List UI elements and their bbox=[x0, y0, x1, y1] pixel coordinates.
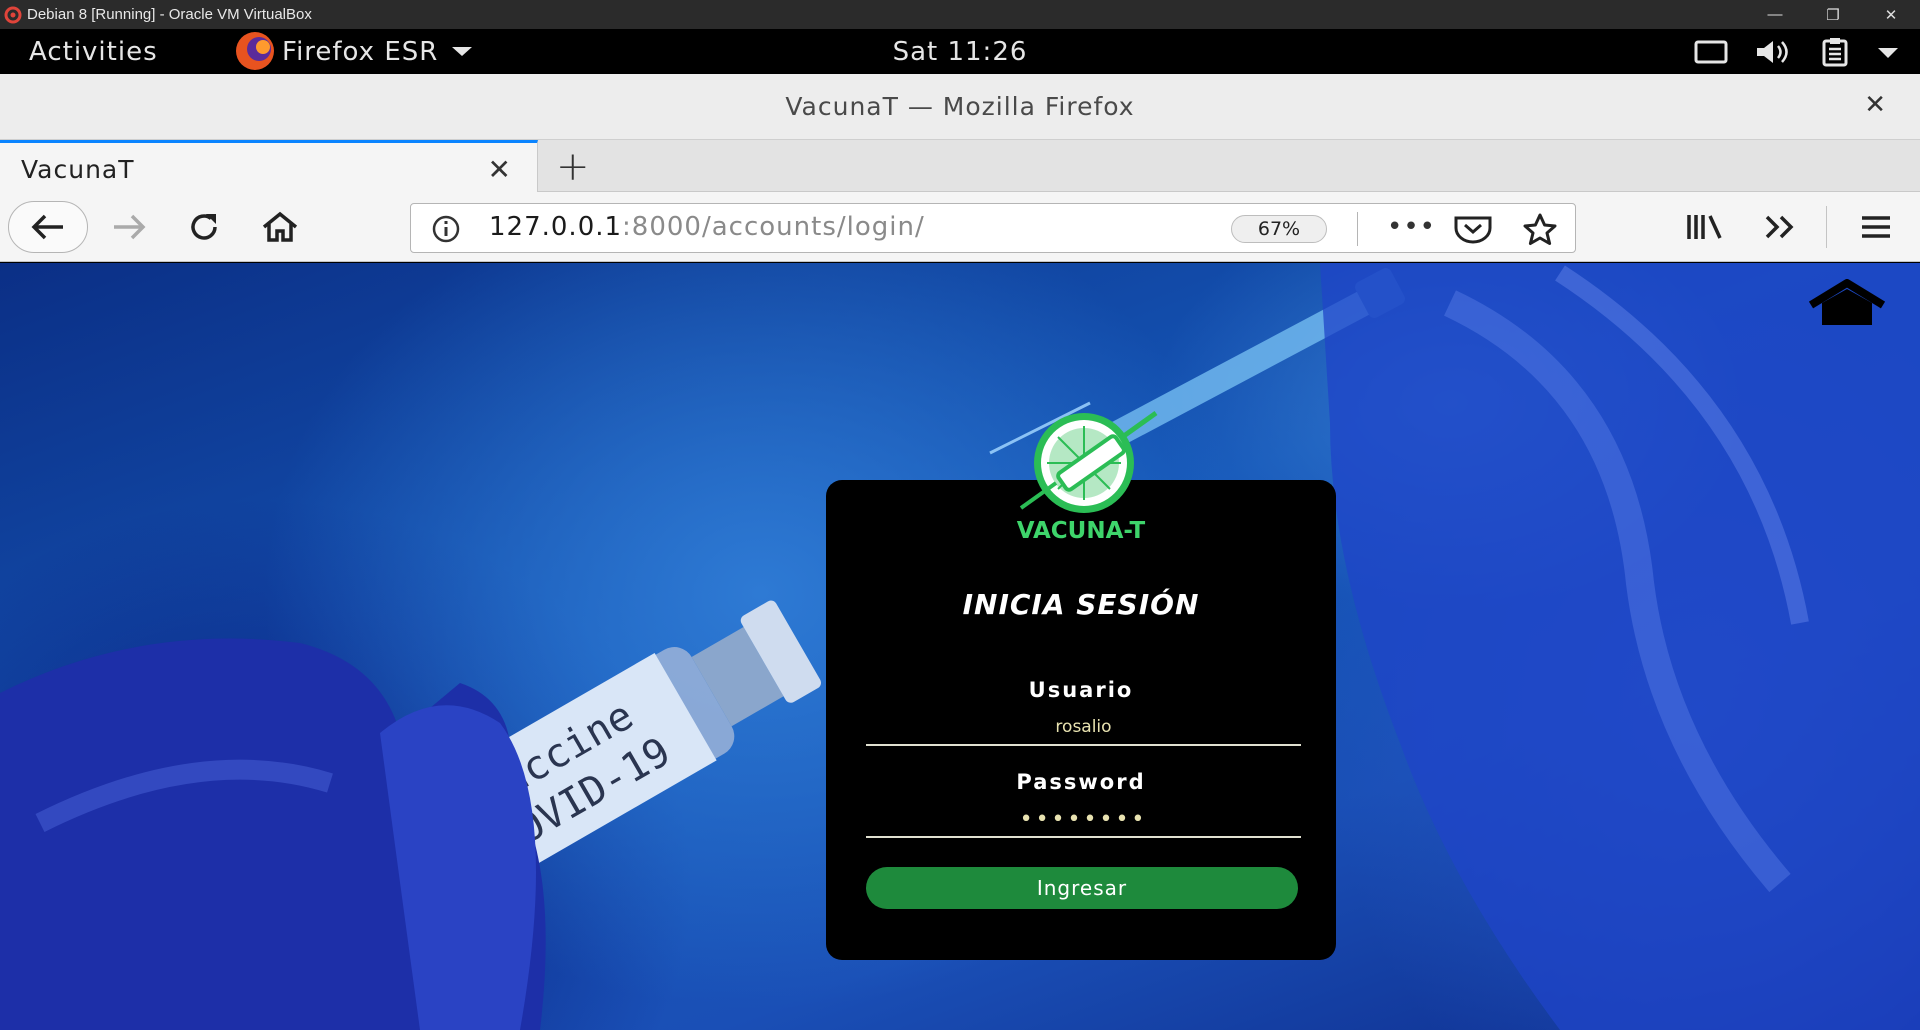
page-viewport: Vaccine COVID-19 VACUNA-T INICIA SESIÓN … bbox=[0, 263, 1920, 1030]
system-menu[interactable] bbox=[1694, 29, 1900, 74]
tab-title: VacunaT bbox=[21, 155, 135, 184]
tab-vacunat[interactable]: VacunaT ✕ bbox=[0, 140, 538, 193]
gnome-top-bar: Activities Firefox ESR Sat 11:26 bbox=[0, 29, 1920, 74]
close-tab-button[interactable]: ✕ bbox=[488, 153, 511, 186]
hamburger-menu-icon bbox=[1862, 216, 1890, 238]
login-heading: INICIA SESIÓN bbox=[962, 588, 1200, 621]
window-title: VacunaT — Mozilla Firefox bbox=[785, 92, 1135, 121]
close-firefox-button[interactable]: ✕ bbox=[1864, 90, 1886, 120]
info-icon[interactable] bbox=[431, 215, 461, 243]
bookmark-star-icon[interactable] bbox=[1521, 212, 1559, 246]
reload-icon bbox=[191, 214, 217, 240]
urlbar-separator bbox=[1357, 212, 1358, 246]
navigation-toolbar: 127.0.0.1:8000/accounts/login/ 67% ••• bbox=[0, 192, 1920, 262]
library-button[interactable] bbox=[1682, 192, 1728, 262]
username-field[interactable] bbox=[866, 710, 1301, 746]
back-arrow-icon bbox=[31, 214, 63, 240]
library-icon bbox=[1687, 215, 1722, 239]
url-host: 127.0.0.1 bbox=[489, 212, 623, 242]
overflow-button[interactable] bbox=[1758, 192, 1804, 262]
volume-icon bbox=[1757, 40, 1788, 63]
minimize-button[interactable]: — bbox=[1746, 0, 1804, 29]
virtualbox-title: Debian 8 [Running] - Oracle VM VirtualBo… bbox=[27, 6, 312, 23]
firefox-titlebar: VacunaT — Mozilla Firefox ✕ bbox=[0, 74, 1920, 140]
home-icon bbox=[262, 211, 298, 242]
right-glove-illustration bbox=[1320, 263, 1920, 1030]
page-actions-button[interactable]: ••• bbox=[1387, 212, 1436, 242]
vacunat-logo bbox=[1019, 410, 1158, 513]
home-button[interactable] bbox=[258, 192, 302, 262]
overflow-chevrons-icon bbox=[1765, 215, 1794, 239]
password-label: Password bbox=[1016, 770, 1146, 794]
toolbar-separator bbox=[1826, 206, 1827, 248]
window-controls: — ❐ ✕ bbox=[1746, 0, 1920, 29]
clock[interactable]: Sat 11:26 bbox=[0, 37, 1920, 67]
screen-icon bbox=[1694, 40, 1728, 63]
forward-arrow-icon bbox=[114, 214, 146, 240]
virtualbox-titlebar: Debian 8 [Running] - Oracle VM VirtualBo… bbox=[0, 0, 1920, 29]
pocket-icon[interactable] bbox=[1453, 214, 1493, 244]
close-window-button[interactable]: ✕ bbox=[1862, 0, 1920, 29]
username-label: Usuario bbox=[1028, 678, 1134, 702]
reload-button[interactable] bbox=[182, 192, 226, 262]
password-field[interactable] bbox=[866, 802, 1301, 838]
tab-strip: VacunaT ✕ + bbox=[0, 140, 1920, 193]
clipboard-icon bbox=[1822, 37, 1848, 66]
caret-down-icon bbox=[1878, 47, 1898, 58]
home-icon[interactable] bbox=[1806, 279, 1888, 327]
url-bar[interactable]: 127.0.0.1:8000/accounts/login/ 67% ••• bbox=[410, 203, 1576, 253]
login-card: VACUNA-T INICIA SESIÓN Usuario Password … bbox=[826, 410, 1336, 960]
virtualbox-icon bbox=[4, 6, 22, 23]
restore-button[interactable]: ❐ bbox=[1804, 0, 1862, 29]
forward-button[interactable] bbox=[104, 192, 154, 262]
zoom-indicator[interactable]: 67% bbox=[1231, 215, 1327, 243]
login-submit-button[interactable]: Ingresar bbox=[866, 867, 1298, 909]
new-tab-button[interactable]: + bbox=[556, 144, 590, 190]
brand-name: VACUNA-T bbox=[1016, 518, 1146, 544]
url-path: :8000/accounts/login/ bbox=[622, 212, 925, 242]
left-glove-illustration bbox=[0, 638, 546, 1030]
hamburger-menu-button[interactable] bbox=[1854, 192, 1898, 262]
back-button[interactable] bbox=[8, 201, 88, 253]
url-text[interactable]: 127.0.0.1:8000/accounts/login/ bbox=[489, 212, 925, 242]
